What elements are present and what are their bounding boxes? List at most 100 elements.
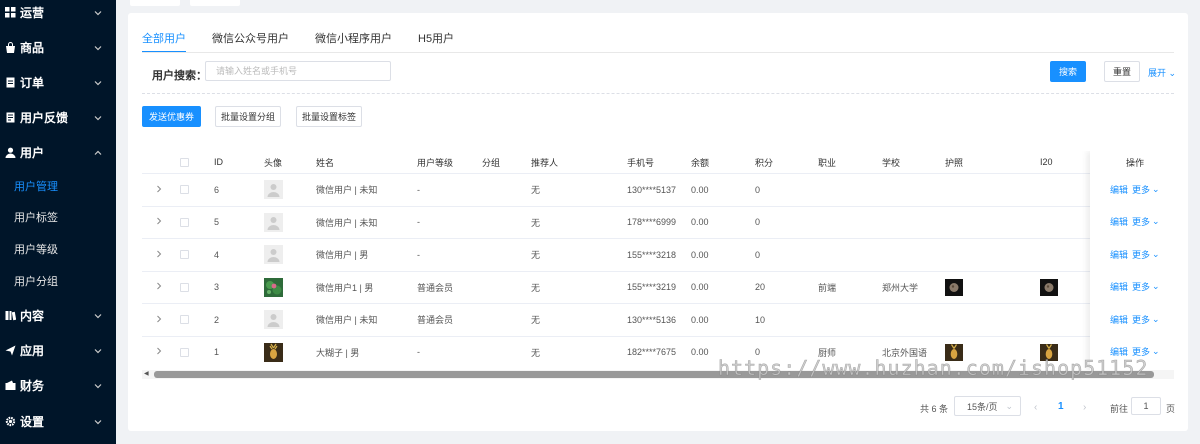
sidebar-subitem-2[interactable]: 用户等级: [0, 238, 116, 260]
tab-all-users[interactable]: 全部用户: [142, 31, 186, 53]
cell-level: -: [417, 249, 420, 260]
cell-balance: 0.00: [691, 347, 709, 357]
cell-phone: 155****3218: [627, 249, 677, 260]
avatar: [264, 310, 283, 329]
row-checkbox[interactable]: [180, 185, 189, 194]
prev-page-icon[interactable]: ‹: [1034, 402, 1037, 413]
row-checkbox[interactable]: [180, 347, 189, 357]
column-header-i20: I20: [1040, 157, 1053, 167]
chevron-down-icon: ⌄: [1152, 183, 1160, 194]
current-page[interactable]: 1: [1058, 401, 1064, 412]
sidebar-item-label: 设置: [20, 414, 45, 429]
sidebar-item-label: 内容: [20, 308, 45, 323]
batch-group-button[interactable]: 批量设置分组: [215, 106, 281, 127]
chevron-down-icon: [94, 344, 104, 354]
edit-link[interactable]: 编辑: [1110, 215, 1128, 228]
user-table: ID 头像 姓名 用户等级 分组 推荐人 手机号 余额 积分 职业 学校 护照 I20 6 微信用户 | …: [142, 151, 1174, 375]
cell-level: 普通会员: [417, 282, 454, 293]
edit-link[interactable]: 编辑: [1110, 280, 1128, 293]
row-checkbox[interactable]: [180, 217, 189, 227]
sidebar-item-3[interactable]: 用户反馈: [0, 105, 116, 129]
sidebar-item-6[interactable]: 应用: [0, 338, 116, 362]
chevron-right-icon[interactable]: [155, 347, 163, 357]
row-checkbox-cell: [180, 304, 189, 335]
row-checkbox[interactable]: [180, 315, 189, 324]
cell-phone: 130****5136: [627, 314, 677, 325]
chevron-down-icon: ⌄: [1152, 281, 1160, 291]
send-coupon-button[interactable]: 发送优惠券: [142, 106, 201, 127]
sidebar-item-0[interactable]: 运营: [0, 0, 116, 24]
sidebar-item-label: 用户: [20, 145, 45, 160]
i20-image[interactable]: [1040, 278, 1058, 296]
row-actions: 编辑 更多 ⌄: [1110, 271, 1160, 303]
avatar: [264, 212, 283, 232]
book-icon: [4, 309, 16, 321]
sidebar-item-7[interactable]: 财务: [0, 373, 116, 397]
filter-divider: [142, 93, 1174, 94]
wallet-icon: [4, 379, 16, 391]
column-header-passport: 护照: [945, 157, 964, 168]
chevron-down-icon: ⌄: [1168, 68, 1177, 78]
search-input[interactable]: 请输入姓名或手机号: [205, 61, 391, 81]
page-size-select[interactable]: 15条/页 ⌄: [954, 396, 1021, 416]
cell-level: -: [417, 347, 420, 357]
cell-level: -: [417, 184, 420, 195]
tab-wechat-official[interactable]: 微信公众号用户: [212, 31, 289, 53]
page-tag-active[interactable]: [190, 0, 240, 6]
sidebar-item-label: 用户反馈: [20, 110, 69, 125]
cell-avatar: [264, 337, 283, 368]
sidebar-item-8[interactable]: 设置: [0, 409, 116, 433]
more-dropdown[interactable]: 更多: [1132, 280, 1150, 293]
select-all-checkbox[interactable]: [180, 157, 189, 167]
more-dropdown[interactable]: 更多: [1132, 313, 1150, 326]
sidebar-item-label: 应用: [20, 343, 45, 358]
chevron-right-icon[interactable]: [155, 217, 163, 227]
sidebar-item-1[interactable]: 商品: [0, 35, 116, 59]
tag-row: [128, 0, 1188, 8]
more-dropdown[interactable]: 更多: [1132, 183, 1150, 196]
column-header-referrer: 推荐人: [531, 157, 559, 168]
search-button[interactable]: 搜索: [1050, 61, 1086, 82]
row-checkbox[interactable]: [180, 282, 189, 292]
chevron-right-icon[interactable]: [155, 250, 163, 260]
sidebar-item-5[interactable]: 内容: [0, 303, 116, 327]
sidebar-subitem-1[interactable]: 用户标签: [0, 206, 116, 228]
expand-link[interactable]: 展开 ⌄: [1148, 66, 1176, 79]
sidebar-subitem-0[interactable]: 用户管理: [0, 175, 116, 197]
chevron-down-icon: [94, 6, 104, 16]
sidebar-item-2[interactable]: 订单: [0, 70, 116, 94]
scroll-left-icon[interactable]: ◀: [144, 371, 150, 378]
edit-link[interactable]: 编辑: [1110, 183, 1128, 196]
tabs-divider: [142, 52, 1174, 53]
expand-label: 展开: [1148, 68, 1167, 78]
watermark-text: https://www.huzhan.com/ishop51152: [718, 356, 1149, 381]
more-dropdown[interactable]: 更多: [1132, 248, 1150, 261]
page-tag[interactable]: [130, 0, 180, 6]
tab-h5[interactable]: H5用户: [418, 31, 454, 53]
sidebar-subitem-3[interactable]: 用户分组: [0, 270, 116, 292]
sidebar-item-label: 订单: [20, 75, 45, 90]
edit-link[interactable]: 编辑: [1110, 313, 1128, 326]
row-checkbox-cell: [180, 272, 189, 303]
chevron-right-icon[interactable]: [155, 185, 163, 195]
cell-balance: 0.00: [691, 314, 709, 325]
next-page-icon[interactable]: ›: [1083, 402, 1086, 413]
chevron-right-icon[interactable]: [155, 282, 163, 292]
reset-button[interactable]: 重置: [1104, 61, 1140, 82]
table-row: 3 微信用户1 | 男 普通会员 无 155****3219 0.00 20 前端 郑州大学: [142, 270, 1174, 303]
column-header-job: 职业: [818, 157, 837, 168]
row-checkbox[interactable]: [180, 250, 189, 259]
cell-points: 10: [755, 314, 766, 325]
tab-wechat-miniprogram[interactable]: 微信小程序用户: [315, 31, 392, 53]
passport-image[interactable]: [945, 278, 963, 296]
edit-link[interactable]: 编辑: [1110, 248, 1128, 261]
chevron-down-icon: ⌄: [1152, 313, 1160, 324]
row-actions: 编辑 更多 ⌄: [1110, 238, 1160, 270]
goto-page-input[interactable]: 1: [1131, 397, 1161, 415]
sidebar-item-4[interactable]: 用户: [0, 140, 116, 164]
more-dropdown[interactable]: 更多: [1132, 215, 1150, 228]
row-expand-cell: [155, 337, 163, 368]
batch-tag-button[interactable]: 批量设置标签: [296, 106, 362, 127]
cell-id: 2: [214, 314, 220, 325]
chevron-right-icon[interactable]: [155, 315, 163, 325]
